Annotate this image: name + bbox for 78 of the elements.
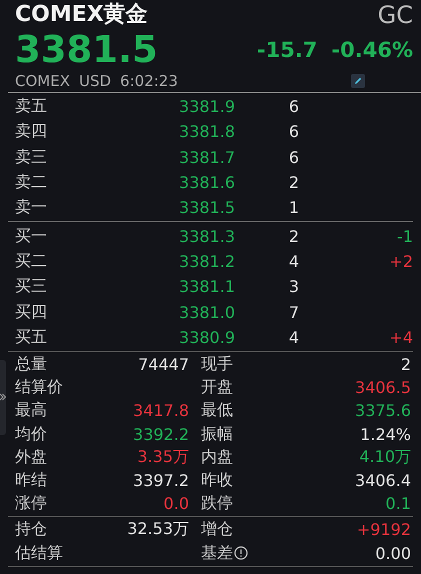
pencil-icon[interactable] (351, 74, 365, 88)
stat-label: 跌停 (201, 493, 233, 514)
level-label: 卖四 (15, 121, 48, 142)
percent-change: -0.46% (331, 38, 413, 62)
stat-label: 昨结 (15, 470, 47, 491)
stat-label: 总量 (15, 354, 47, 376)
stat-value: 3.35万 (137, 446, 189, 468)
bid-ask-price: 3381.9 (179, 97, 235, 116)
bid-ask-price: 3381.3 (179, 226, 235, 246)
order-volume: 1 (288, 198, 300, 218)
stat-value: 3397.2 (133, 471, 189, 490)
stat-value: 4.10万 (359, 446, 411, 468)
last-price: 3381.5 (15, 30, 158, 70)
bid-ask-price: 3381.0 (179, 302, 235, 322)
order-volume: 6 (288, 122, 300, 142)
order-volume: 2 (288, 173, 300, 192)
order-volume: 4 (288, 252, 300, 271)
exchange-label: COMEX (15, 71, 70, 92)
stat-label: 结算价 (15, 377, 63, 398)
volume-change: +4 (389, 328, 413, 347)
stat-value: 3392.2 (133, 424, 189, 444)
stat-value: 0.00 (375, 544, 411, 563)
stat-value: 1.24% (360, 424, 411, 444)
order-volume: 6 (288, 148, 300, 167)
stat-value: 0.0 (164, 494, 189, 514)
stat-label: 外盘 (15, 446, 47, 468)
bid-ask-price: 3381.7 (179, 148, 235, 167)
stat-label: 均价 (15, 424, 47, 445)
stat-value: 2 (400, 355, 411, 374)
level-label: 卖二 (15, 172, 48, 194)
stat-value: 3375.6 (355, 401, 411, 420)
stat-label: 估结算 (15, 542, 63, 564)
stat-label: 持仓 (15, 519, 47, 540)
stat-label: 最低 (201, 400, 233, 422)
stat-label: 增仓 (201, 519, 233, 540)
order-volume: 6 (288, 97, 300, 116)
level-label: 买四 (15, 302, 48, 323)
stat-value: 0.1 (386, 494, 411, 514)
stat-label: 最高 (15, 400, 47, 422)
level-label: 卖五 (15, 96, 48, 118)
stat-value: 3417.8 (133, 401, 189, 420)
currency-label: USD (78, 71, 112, 92)
stat-value: 32.53万 (127, 519, 189, 540)
price-change: -15.7 (256, 38, 318, 62)
level-label: 卖三 (15, 146, 48, 168)
level-label: 买三 (15, 276, 48, 298)
bid-ask-price: 3381.6 (179, 173, 235, 192)
bid-ask-price: 3381.8 (179, 122, 235, 142)
stat-label: 涨停 (15, 493, 47, 514)
bid-ask-price: 3381.5 (179, 198, 235, 218)
volume-change: -1 (397, 226, 413, 246)
stat-value: 3406.5 (355, 378, 411, 398)
instrument-code: GC (378, 1, 413, 29)
stat-value: 3406.4 (355, 471, 411, 490)
stat-label: 现手 (201, 354, 233, 376)
expand-icon[interactable] (0, 392, 6, 402)
info-icon[interactable] (234, 546, 248, 560)
quote-time: 6:02:23 (120, 71, 178, 92)
bid-ask-price: 3381.1 (179, 277, 235, 296)
stat-label: 昨收 (201, 470, 233, 491)
order-volume: 2 (288, 226, 300, 246)
bid-ask-price: 3380.9 (179, 328, 235, 347)
level-label: 买五 (15, 326, 48, 348)
stat-label: 开盘 (201, 377, 233, 398)
volume-change: +2 (389, 252, 413, 271)
stat-value: 74447 (138, 355, 189, 374)
order-volume: 4 (288, 328, 300, 347)
stat-label: 振幅 (201, 424, 233, 445)
level-label: 买二 (15, 250, 48, 272)
order-volume: 7 (288, 302, 300, 322)
order-volume: 3 (288, 277, 300, 296)
stat-label: 内盘 (201, 446, 233, 468)
level-label: 买一 (15, 226, 48, 247)
instrument-name: COMEX黄金 (15, 1, 148, 29)
level-label: 卖一 (15, 197, 48, 218)
bid-ask-price: 3381.2 (179, 252, 235, 271)
stat-label: 基差 (201, 542, 233, 564)
stat-value: +9192 (356, 520, 411, 540)
